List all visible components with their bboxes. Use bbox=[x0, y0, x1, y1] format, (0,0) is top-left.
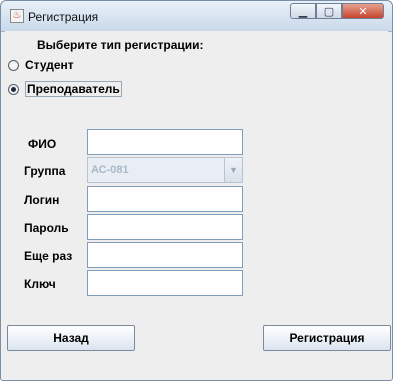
key-label: Ключ bbox=[24, 277, 56, 291]
java-cup-icon: ♨ bbox=[10, 9, 24, 23]
group-label: Группа bbox=[24, 164, 66, 178]
radio-teacher-label[interactable]: Преподаватель bbox=[25, 81, 122, 97]
radio-teacher-indicator[interactable] bbox=[8, 83, 19, 95]
minimize-button[interactable]: ▁ bbox=[290, 3, 316, 19]
window-title: Регистрация bbox=[28, 10, 99, 24]
fio-input[interactable] bbox=[87, 129, 243, 155]
key-input[interactable] bbox=[87, 270, 243, 296]
chevron-down-icon[interactable]: ▼ bbox=[224, 158, 242, 182]
password-label: Пароль bbox=[24, 221, 69, 235]
window-controls: ▁ ▢ ✕ bbox=[290, 3, 384, 21]
maximize-icon: ▢ bbox=[323, 5, 335, 18]
radio-student-label[interactable]: Студент bbox=[25, 58, 74, 72]
maximize-button[interactable]: ▢ bbox=[316, 3, 342, 19]
registration-type-hint: Выберите тип регистрации: bbox=[37, 38, 204, 52]
radio-student-indicator[interactable] bbox=[8, 59, 19, 71]
minimize-icon: ▁ bbox=[298, 5, 308, 18]
password-again-label: Еще раз bbox=[24, 249, 73, 263]
group-selected-value: АС-081 bbox=[91, 164, 129, 176]
close-icon: ✕ bbox=[358, 5, 368, 18]
login-label: Логин bbox=[24, 193, 60, 207]
password-input[interactable] bbox=[87, 214, 243, 240]
form-panel: Выберите тип регистрации: Студент Препод… bbox=[5, 31, 391, 376]
radio-teacher[interactable]: Преподаватель bbox=[8, 81, 122, 97]
registration-window: ♨ Регистрация ▁ ▢ ✕ Выберите тип регистр… bbox=[0, 0, 393, 381]
register-button[interactable]: Регистрация bbox=[263, 325, 391, 351]
close-button[interactable]: ✕ bbox=[342, 3, 384, 19]
title-bar[interactable]: ♨ Регистрация ▁ ▢ ✕ bbox=[1, 1, 392, 32]
login-input[interactable] bbox=[87, 186, 243, 212]
back-button[interactable]: Назад bbox=[7, 325, 135, 351]
group-dropdown[interactable]: АС-081 ▼ bbox=[87, 157, 243, 183]
fio-label: ФИО bbox=[28, 137, 57, 151]
password-again-input[interactable] bbox=[87, 242, 243, 268]
radio-student[interactable]: Студент bbox=[8, 58, 74, 72]
